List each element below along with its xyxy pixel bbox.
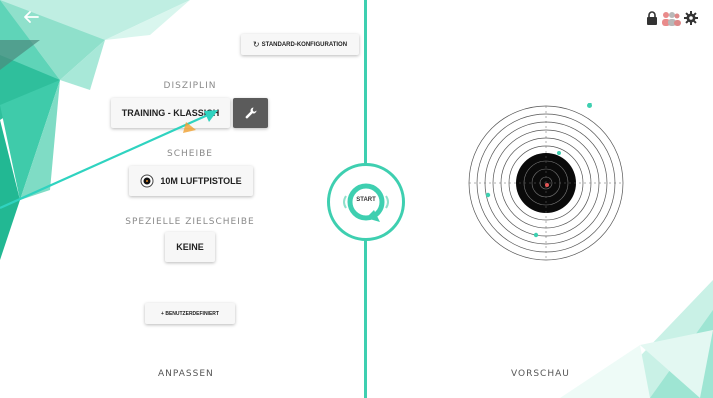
- shot-marker: [485, 192, 491, 198]
- annotation-arrow: [0, 110, 218, 210]
- gear-icon: [684, 11, 698, 25]
- target-preview: [468, 103, 624, 261]
- standard-configuration-button[interactable]: ↻ STANDARD-KONFIGURATION: [241, 34, 359, 55]
- special-target-value: KEINE: [176, 242, 204, 252]
- standard-configuration-label: STANDARD-KONFIGURATION: [261, 41, 348, 48]
- customize-label: ANPASSEN: [158, 369, 214, 379]
- shot-marker: [557, 151, 561, 155]
- discipline-heading: DISZIPLIN: [163, 81, 217, 91]
- custom-button-label: + BENUTZERDEFINIERT: [161, 310, 219, 317]
- settings-button[interactable]: [684, 11, 698, 25]
- back-button[interactable]: [20, 8, 42, 26]
- wrench-icon: [245, 107, 256, 119]
- shot-marker-outside: [587, 103, 592, 108]
- lock-icon: [647, 11, 657, 25]
- custom-button[interactable]: + BENUTZERDEFINIERT: [145, 303, 235, 324]
- shot-marker-center: [545, 183, 549, 187]
- refresh-icon: ↻: [252, 40, 260, 49]
- arrow-left-icon: [24, 11, 39, 23]
- users-button[interactable]: [660, 10, 682, 26]
- lock-button[interactable]: [646, 11, 658, 25]
- start-label: START: [356, 197, 376, 203]
- users-icon: [662, 12, 681, 26]
- start-button[interactable]: START: [327, 163, 405, 241]
- shot-marker: [533, 232, 539, 238]
- preview-label: VORSCHAU: [511, 369, 570, 379]
